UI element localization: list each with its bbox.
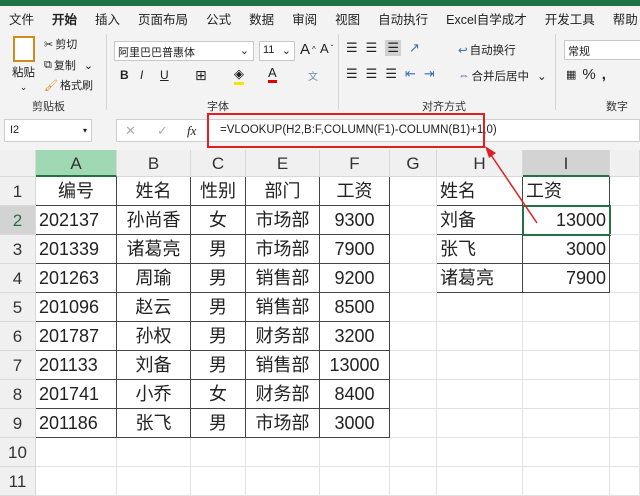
annotation-arrow [485,146,538,224]
